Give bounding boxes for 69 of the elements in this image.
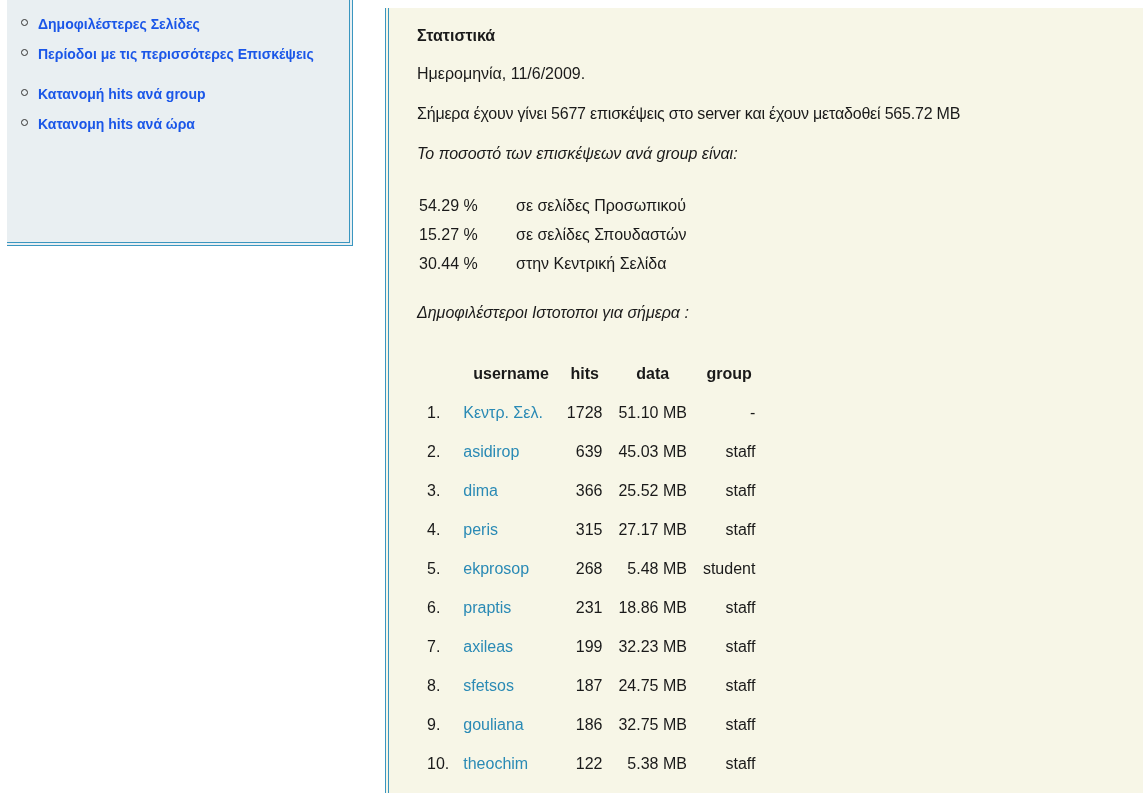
hits-cell-text: 199 [574, 636, 604, 657]
hits-cell-text: 231 [574, 597, 604, 618]
column-header: hits [569, 363, 600, 384]
username-link[interactable]: asidirop [463, 442, 520, 460]
group-cell-text: staff [724, 636, 757, 657]
group-cell-text: - [749, 402, 757, 423]
sidebar-link[interactable]: Κατανομή hits ανά group [38, 84, 206, 104]
group-cell-text: staff [724, 675, 757, 696]
data-cell-text: 51.10 MB [617, 402, 688, 423]
percent-label: σε σελίδες Σπουδαστών [516, 225, 687, 245]
username-link[interactable]: praptis [463, 598, 512, 616]
username-link[interactable]: Κεντρ. Σελ. [463, 403, 543, 421]
username-link[interactable]: peris [463, 520, 498, 538]
group-cell-text: staff [724, 753, 757, 774]
rank-cell-text: 1. [426, 402, 442, 423]
sidebar-link[interactable]: Κατανομη hits ανά ώρα [38, 114, 195, 134]
rank-cell: 7. [419, 627, 464, 666]
hits-cell-text: 366 [574, 480, 604, 501]
percent-value: 30.44 % [419, 254, 479, 274]
column-header: username [472, 363, 550, 384]
rank-cell: 10. [419, 744, 464, 783]
percent-value: 54.29 % [419, 196, 479, 216]
column-header: data [635, 363, 671, 384]
hits-cell-text: 315 [574, 519, 604, 540]
data-cell-text: 45.03 MB [617, 441, 688, 462]
group-cell-text: staff [724, 714, 757, 735]
hits-cell-text: 1728 [565, 402, 604, 423]
group-cell-text: staff [724, 441, 757, 462]
data-cell-text: 5.48 MB [626, 558, 688, 579]
date-text: Ημερομηνία, 11/6/2009. [417, 64, 587, 84]
percent-label: σε σελίδες Προσωπικού [516, 196, 686, 216]
hits-cell-text: 639 [574, 441, 604, 462]
rank-cell: 8. [419, 666, 464, 705]
data-cell-text: 18.86 MB [617, 597, 688, 618]
data-cell-text: 32.23 MB [617, 636, 688, 657]
group-cell-text: student [701, 558, 757, 579]
rank-cell-text: 6. [426, 597, 442, 618]
username-link[interactable]: axileas [463, 637, 514, 655]
group-cell-text: staff [724, 597, 757, 618]
username-link[interactable]: gouliana [463, 715, 524, 733]
rank-cell: 2. [419, 432, 464, 471]
username-link[interactable]: dima [463, 481, 498, 499]
hits-cell-text: 187 [574, 675, 604, 696]
hits-cell-text: 268 [574, 558, 604, 579]
rank-cell: 9. [419, 705, 464, 744]
hits-cell-text: 122 [574, 753, 604, 774]
page-title: Στατιστικά [417, 27, 497, 45]
popular-intro: Δημοφιλέστεροι Ιστοτοποι για σήμερα : [417, 303, 690, 323]
sidebar-link[interactable]: Περίοδοι με τις περισσότερες Επισκέψεις [38, 34, 314, 74]
sidebar-link[interactable]: Δημοφιλέστερες Σελίδες [38, 14, 200, 34]
summary-text: Σήμερα έχουν γίνει 5677 επισκέψεις στο server και έχουν μεταδοθεί 565.72 MB [417, 104, 962, 124]
username-link[interactable]: sfetsos [463, 676, 514, 694]
group-cell-text: staff [724, 519, 757, 540]
data-cell-text: 24.75 MB [617, 675, 688, 696]
rank-cell-text: 4. [426, 519, 442, 540]
column-header: group [705, 363, 753, 384]
data-cell-text: 5.38 MB [626, 753, 688, 774]
percent-value: 15.27 % [419, 225, 479, 245]
rank-cell: 5. [419, 549, 464, 588]
data-cell-text: 27.17 MB [617, 519, 688, 540]
rank-cell: 3. [419, 471, 464, 510]
username-link[interactable]: ekprosop [463, 559, 530, 577]
percent-intro: Το ποσοστό των επισκέψεων ανά group είναι: [417, 144, 739, 164]
hits-cell-text: 186 [574, 714, 604, 735]
group-cell-text: staff [724, 480, 757, 501]
username-link[interactable]: theochim [463, 754, 529, 772]
data-cell-text: 25.52 MB [617, 480, 688, 501]
percent-label: στην Κεντρική Σελίδα [516, 254, 667, 274]
data-cell-text: 32.75 MB [617, 714, 688, 735]
